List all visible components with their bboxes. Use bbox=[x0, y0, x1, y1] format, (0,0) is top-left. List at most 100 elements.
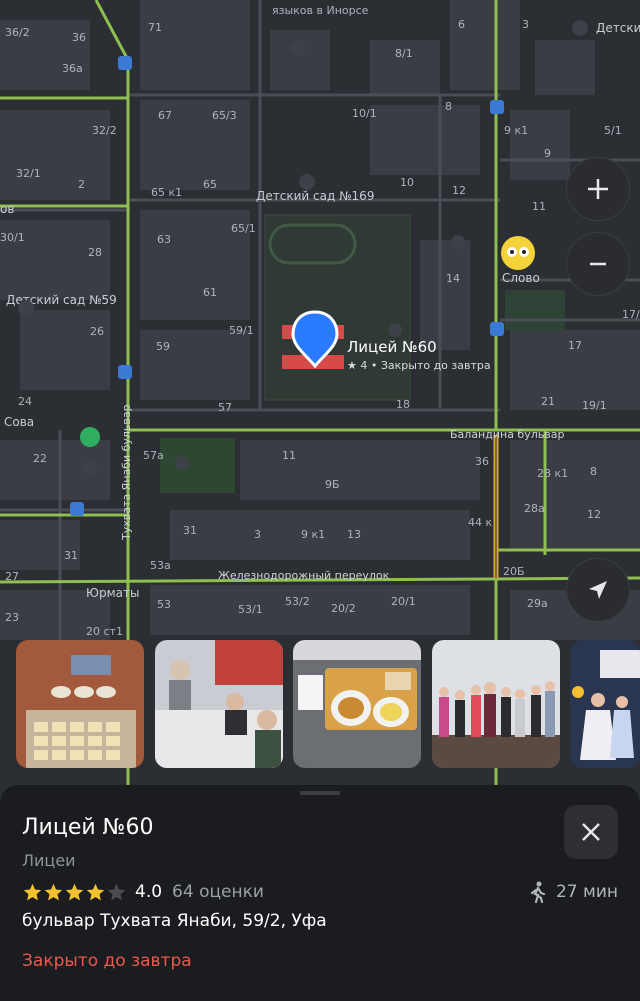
house-number-label: 44 к bbox=[468, 516, 492, 529]
sheet-drag-handle[interactable] bbox=[300, 791, 340, 795]
house-number-label: 32/1 bbox=[16, 167, 41, 180]
house-number-label: 63 bbox=[157, 233, 171, 246]
house-number-label: 24 bbox=[18, 395, 32, 408]
house-number-label: 65/1 bbox=[231, 222, 256, 235]
kindergarten-poi-icon bbox=[299, 174, 315, 190]
photo-image bbox=[293, 640, 421, 768]
house-number-label: 6 bbox=[458, 18, 465, 31]
place-photo-5[interactable] bbox=[570, 640, 640, 768]
place-category: Лицеи bbox=[22, 851, 76, 870]
house-number-label: 61 bbox=[203, 286, 217, 299]
bus-stop-icon bbox=[118, 365, 132, 379]
house-number-label: 12 bbox=[587, 508, 601, 521]
place-photo-2[interactable] bbox=[155, 640, 283, 768]
house-number-label: 71 bbox=[148, 21, 162, 34]
house-number-label: 9 bbox=[544, 147, 551, 160]
house-number-label: 59/1 bbox=[229, 324, 254, 337]
street-label-zheleznodorozhny: Железнодорожный переулок bbox=[218, 569, 390, 582]
photo-image bbox=[155, 640, 283, 768]
minus-icon bbox=[590, 262, 606, 266]
poi-icon bbox=[388, 323, 402, 337]
house-number-label: 13 bbox=[347, 528, 361, 541]
house-number-label: 20Б bbox=[503, 565, 525, 578]
house-number-label: 36 bbox=[475, 455, 489, 468]
close-button[interactable] bbox=[564, 805, 618, 859]
house-number-label: 17/ bbox=[622, 308, 640, 321]
cart-poi-icon bbox=[83, 460, 97, 474]
house-number-label: 3 bbox=[254, 528, 261, 541]
place-label-detsad-169: Детский сад №169 bbox=[256, 189, 374, 203]
place-photo-1[interactable] bbox=[16, 640, 144, 768]
bus-stop-icon bbox=[70, 502, 84, 516]
place-label-detskiy: Детский bbox=[596, 21, 640, 35]
house-number-label: 53 bbox=[157, 598, 171, 611]
house-number-label: 9 к1 bbox=[301, 528, 325, 541]
place-label-slovo: Слово bbox=[502, 271, 540, 285]
house-number-label: 57 bbox=[218, 401, 232, 414]
photo-carousel[interactable] bbox=[0, 640, 640, 768]
rating-value: 4.0 bbox=[135, 882, 163, 902]
house-number-label: 36а bbox=[62, 62, 83, 75]
star-filled-icon bbox=[23, 883, 42, 900]
zoom-in-button[interactable] bbox=[566, 157, 630, 221]
place-photo-3[interactable] bbox=[293, 640, 421, 768]
place-photo-4[interactable] bbox=[432, 640, 560, 768]
house-number-label: 8 bbox=[590, 465, 597, 478]
star-filled-icon bbox=[86, 883, 105, 900]
star-filled-icon bbox=[44, 883, 63, 900]
house-number-label: 3 bbox=[522, 18, 529, 31]
house-number-label: 19/1 bbox=[582, 399, 607, 412]
house-number-label: 28 к1 bbox=[537, 467, 568, 480]
house-number-label: 9 к1 bbox=[504, 124, 528, 137]
house-number-label: 9Б bbox=[325, 478, 340, 491]
navigation-arrow-icon bbox=[589, 581, 607, 599]
house-number-label: 22 bbox=[33, 452, 47, 465]
my-location-button[interactable] bbox=[566, 558, 630, 622]
house-number-label: 65/3 bbox=[212, 109, 237, 122]
star-empty-icon bbox=[107, 883, 126, 900]
house-number-label: 20/1 bbox=[391, 595, 416, 608]
house-number-label: 29а bbox=[527, 597, 548, 610]
house-number-label: 31 bbox=[183, 524, 197, 537]
house-number-label: 10 bbox=[400, 176, 414, 189]
house-number-label: 30/1 bbox=[0, 231, 25, 244]
house-number-label: 14 bbox=[446, 272, 460, 285]
bus-stop-icon bbox=[490, 100, 504, 114]
house-number-label: 28 bbox=[88, 246, 102, 259]
photo-image bbox=[16, 640, 144, 768]
place-card[interactable]: Лицей №60 Лицеи 4.0 64 оценки 27 мин бул… bbox=[0, 785, 640, 1001]
street-label-tukhvata-yanabi: Тухвата Янаби бульвар bbox=[120, 404, 133, 541]
bus-stop-icon bbox=[490, 322, 504, 336]
poi-icon bbox=[175, 456, 189, 470]
photo-image bbox=[432, 640, 560, 768]
place-address[interactable]: бульвар Тухвата Янаби, 59/2, Уфа bbox=[22, 911, 327, 931]
house-number-label: 36 bbox=[72, 31, 86, 44]
street-label-yazykov: языков в Инорсе bbox=[272, 4, 369, 17]
zoom-out-button[interactable] bbox=[566, 232, 630, 296]
house-number-label: 65 bbox=[203, 178, 217, 191]
bus-stop-icon bbox=[118, 56, 132, 70]
house-number-label: 65 к1 bbox=[151, 186, 182, 199]
reviews-count[interactable]: 64 оценки bbox=[172, 882, 264, 902]
house-number-label: 10/1 bbox=[352, 107, 377, 120]
rating-row[interactable]: 4.0 64 оценки bbox=[22, 881, 264, 903]
walk-time[interactable]: 27 мин bbox=[528, 881, 618, 903]
slovo-owl-icon[interactable] bbox=[501, 236, 535, 270]
house-number-label: 20/2 bbox=[331, 602, 356, 615]
opening-status: Закрыто до завтра bbox=[22, 951, 192, 971]
house-number-label: 8 bbox=[445, 100, 452, 113]
house-number-label: 53/1 bbox=[238, 603, 263, 616]
house-number-label: 57а bbox=[143, 449, 164, 462]
house-number-label: 53а bbox=[150, 559, 171, 572]
house-number-label: 11 bbox=[532, 200, 546, 213]
street-label-ov: ов bbox=[0, 202, 14, 216]
house-number-label: 32/2 bbox=[92, 124, 117, 137]
area-label-yurmaty: Юрматы bbox=[86, 586, 139, 600]
shop-poi-icon[interactable] bbox=[80, 427, 100, 447]
plus-icon bbox=[588, 179, 608, 199]
poi-icon bbox=[451, 235, 465, 249]
house-number-label: 26 bbox=[90, 325, 104, 338]
house-number-label: 18 bbox=[396, 398, 410, 411]
house-number-label: 5/1 bbox=[604, 124, 622, 137]
house-number-label: 20 ст1 bbox=[86, 625, 123, 638]
